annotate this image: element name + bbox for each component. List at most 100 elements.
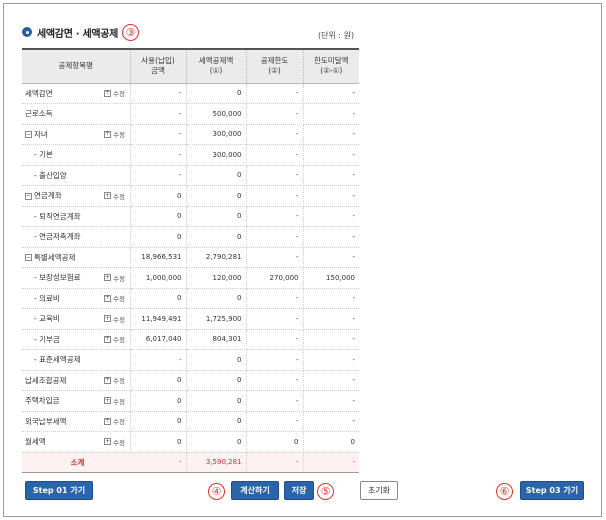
plus-box-icon: + xyxy=(104,191,111,200)
edit-button[interactable]: + 수정 xyxy=(104,129,125,139)
row-edit-cell xyxy=(102,349,131,371)
marker-6-wrap: ⑥ xyxy=(496,480,513,500)
plus-box-icon: + xyxy=(104,335,111,343)
marker-3: ③ xyxy=(122,23,140,41)
row-name-label: 납세조합공제 xyxy=(25,375,67,385)
cell-deduction: 0 xyxy=(186,165,247,186)
row-name-cell: 월세액 xyxy=(22,431,102,453)
row-name-cell: - 퇴직연금계좌 xyxy=(22,206,102,227)
table-row: − 연금계좌 + 수정 0 0- - xyxy=(22,185,359,207)
cell-over: - xyxy=(303,308,359,330)
step-01-button[interactable]: Step 01 가기 xyxy=(25,481,93,500)
row-name-cell: − 연금계좌 xyxy=(22,185,102,207)
row-name-label: - 퇴직연금계좌 xyxy=(34,211,81,221)
row-edit-cell xyxy=(102,144,131,166)
cell-over: - xyxy=(303,390,359,412)
edit-label: 수정 xyxy=(113,315,125,324)
cell-limit: - xyxy=(246,308,304,330)
reset-button[interactable]: 초기화 xyxy=(360,481,398,500)
calculate-button[interactable]: 계산하기 xyxy=(231,481,279,500)
cell-used: 0 xyxy=(130,411,187,432)
collapse-toggle-icon[interactable]: − xyxy=(25,254,32,262)
cell-limit: - xyxy=(246,144,304,166)
row-name-cell: 주택차입금 xyxy=(22,390,102,412)
col-header-limit: 공제한도 (②) xyxy=(245,48,303,84)
row-name-cell: - 출산입양 xyxy=(22,165,102,186)
total-over: - xyxy=(303,452,359,473)
cell-over: - xyxy=(303,165,359,186)
plus-box-icon: + xyxy=(104,130,111,138)
edit-button[interactable]: + 수정 xyxy=(104,375,125,385)
cell-deduction: 2,790,281 xyxy=(186,247,247,268)
collapse-toggle-icon[interactable]: − xyxy=(25,192,32,200)
edit-button[interactable]: + 수정 xyxy=(104,314,125,324)
cell-deduction: 1,725,900 xyxy=(186,308,247,330)
row-edit-cell xyxy=(102,206,131,227)
save-button[interactable]: 저장 xyxy=(284,481,314,500)
marker-6: ⑥ xyxy=(496,483,513,500)
edit-button[interactable]: + 수정 xyxy=(104,437,125,447)
cell-deduction: 804,301 xyxy=(186,329,247,350)
edit-button[interactable]: + 수정 xyxy=(104,293,125,303)
row-name-label: 특별세액공제 xyxy=(34,252,76,262)
edit-label: 수정 xyxy=(113,274,125,283)
cell-used: - xyxy=(130,83,187,104)
col-header-used: 사용(납입) 금액 xyxy=(129,48,186,84)
cell-used: 0 xyxy=(130,370,187,391)
cell-limit: - xyxy=(246,288,304,309)
edit-button[interactable]: + 수정 xyxy=(104,334,125,344)
cell-used: - xyxy=(130,165,187,186)
row-name-label: - 교육비 xyxy=(34,314,60,324)
row-name-label: 연금계좌 xyxy=(34,191,62,201)
row-name-label: 외국납부세액 xyxy=(25,416,67,426)
table-row: 월세액 + 수정 0 0 0 0 xyxy=(22,431,359,453)
step-03-button[interactable]: Step 03 가기 xyxy=(520,481,584,500)
edit-button[interactable]: + 수정 xyxy=(104,191,125,201)
row-edit-cell xyxy=(102,103,131,125)
edit-label: 수정 xyxy=(113,192,125,201)
edit-button[interactable]: + 수정 xyxy=(104,396,125,406)
cell-used: 6,017,040 xyxy=(130,329,187,350)
cell-deduction: 0 xyxy=(186,206,247,227)
table-row: - 출산입양 -0- - xyxy=(22,165,359,186)
row-name-cell: - 교육비 xyxy=(22,308,102,330)
col-header-over-text: 한도미달액 (②-①) xyxy=(314,56,349,76)
row-name-cell: - 의료비 xyxy=(22,288,102,309)
cell-deduction: 0 xyxy=(186,370,247,391)
col-header-used-text: 사용(납입) 금액 xyxy=(141,56,175,76)
edit-label: 수정 xyxy=(113,295,125,304)
cell-deduction: 0 xyxy=(186,288,247,309)
cell-over: 0 xyxy=(303,431,359,453)
marker-5: ⑤ xyxy=(317,483,334,500)
cell-deduction: 0 xyxy=(186,411,247,432)
cell-limit: - xyxy=(246,329,304,350)
edit-button[interactable]: + 수정 xyxy=(104,88,125,98)
cell-deduction: 120,000 xyxy=(186,267,247,289)
col-header-deduction-text: 세액공제액 (①) xyxy=(198,56,234,76)
cell-used: - xyxy=(130,349,187,371)
col-header-name: 공제항목명 xyxy=(22,48,130,84)
edit-button[interactable]: + 수정 xyxy=(104,416,125,426)
cell-used: - xyxy=(130,103,187,125)
plus-box-icon: + xyxy=(104,437,111,446)
edit-label: 수정 xyxy=(113,131,125,140)
total-used: - xyxy=(130,452,187,473)
table-row: - 기본 -300,000- - xyxy=(22,144,359,166)
table-header-row: 공제항목명 사용(납입) 금액 세액공제액 (①) 공제한도 (②) 한도미달액… xyxy=(22,48,359,84)
edit-label: 수정 xyxy=(113,90,125,99)
circle-bullet-icon xyxy=(22,27,32,37)
table-row: - 연금저축계좌 0 0- - xyxy=(22,226,359,248)
table-row: 외국납부세액 + 수정 0 0- - xyxy=(22,411,359,432)
cell-limit: - xyxy=(246,124,304,145)
row-name-label: 주택차입금 xyxy=(25,396,60,406)
cell-over: - xyxy=(303,370,359,391)
row-edit-cell: + 수정 xyxy=(102,431,131,453)
cell-over: - xyxy=(303,349,359,371)
row-name-label: 근로소득 xyxy=(25,109,53,119)
edit-button[interactable]: + 수정 xyxy=(104,273,125,283)
cell-used: 0 xyxy=(130,206,187,227)
collapse-toggle-icon[interactable]: − xyxy=(25,131,32,139)
row-name-cell: 세액감면 xyxy=(22,83,102,104)
cell-over: - xyxy=(303,226,359,248)
table-row: - 의료비 + 수정 0 0- - xyxy=(22,288,359,309)
